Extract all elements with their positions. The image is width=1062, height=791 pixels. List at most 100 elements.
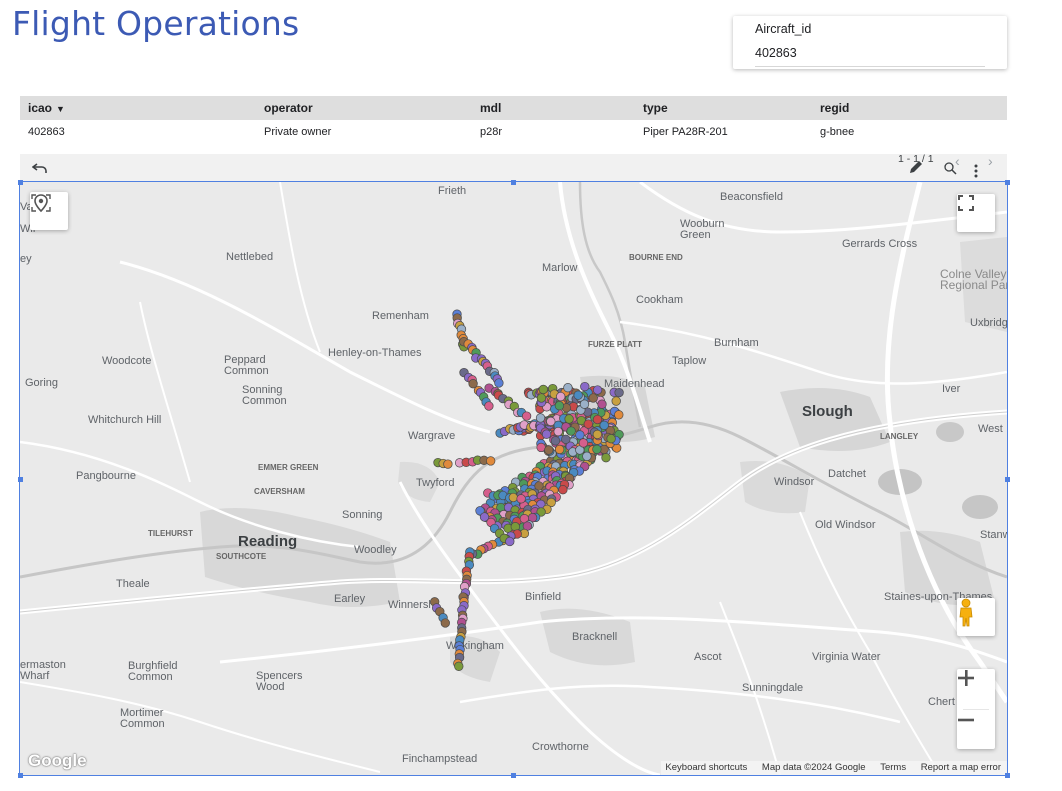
flight-point <box>606 434 616 444</box>
town-label: Earley <box>334 593 366 605</box>
flight-point <box>554 444 565 455</box>
edit-icon[interactable] <box>908 159 924 178</box>
flight-point <box>554 401 565 411</box>
chevron-right-icon[interactable]: › <box>988 154 993 169</box>
more-vert-icon[interactable] <box>974 164 978 181</box>
town-label: Uxbridge <box>970 317 1007 329</box>
town-label: SOUTHCOTE <box>216 552 267 561</box>
resize-handle[interactable] <box>18 773 23 778</box>
town-label: Common <box>128 671 173 683</box>
flight-point <box>583 419 593 429</box>
town-label: Gerrards Cross <box>842 238 918 250</box>
keyboard-shortcuts-link[interactable]: Keyboard shortcuts <box>665 762 747 773</box>
flight-point <box>508 492 518 503</box>
town-label: Crowthorne <box>532 741 589 753</box>
flight-point <box>516 494 526 504</box>
zoom-out-button[interactable] <box>957 711 995 749</box>
town-label: Frieth <box>438 185 466 197</box>
flight-point <box>536 393 547 403</box>
flight-point <box>592 429 603 440</box>
town-label: Regional Park <box>940 278 1007 292</box>
zoom-out-icon <box>958 718 974 722</box>
town-label: Binfield <box>525 591 561 603</box>
page-title: Flight Operations <box>12 4 300 43</box>
cell-icao: 402863 <box>28 126 65 138</box>
undo-icon[interactable] <box>31 162 48 177</box>
town-label: Stanw <box>980 529 1007 541</box>
town-label: FURZE PLATT <box>588 340 642 349</box>
aircraft-id-filter[interactable]: Aircraft_id <box>733 16 1007 69</box>
report-map-error-link[interactable]: Report a map error <box>921 762 1001 773</box>
flight-point <box>546 416 556 427</box>
town-label: Ascot <box>694 651 722 663</box>
column-header-regid[interactable]: regid <box>820 96 849 120</box>
map-canvas[interactable]: Frieth BeaconsfieldWooburnGreenNettlebedM… <box>20 182 1007 775</box>
resize-handle[interactable] <box>511 180 516 185</box>
resize-handle[interactable] <box>1005 773 1010 778</box>
column-header-icao[interactable]: icao ▼ <box>28 96 65 121</box>
cell-mdl: p28r <box>480 126 503 138</box>
town-label: Wargrave <box>408 430 455 442</box>
cell-type: Piper PA28R-201 <box>643 126 728 138</box>
town-label: CAVERSHAM <box>254 487 305 496</box>
town-label: Whitchurch Hill <box>88 414 161 426</box>
town-label: EMMER GREEN <box>258 463 319 472</box>
town-label: Twyford <box>416 477 455 489</box>
town-label: West <box>978 423 1003 435</box>
my-location-button[interactable] <box>30 192 68 230</box>
resize-handle[interactable] <box>1005 477 1010 482</box>
column-header-mdl[interactable]: mdl <box>480 96 501 120</box>
town-label: Pangbourne <box>76 470 136 482</box>
resize-handle[interactable] <box>18 477 23 482</box>
town-label: Winnersh <box>388 599 434 611</box>
town-label: Common <box>242 395 287 407</box>
column-header-operator[interactable]: operator <box>264 96 313 120</box>
flight-point <box>550 436 561 446</box>
flight-point <box>484 401 494 411</box>
town-label: Woodcote <box>102 355 151 367</box>
filter-underline <box>755 66 985 67</box>
flight-point <box>505 536 515 547</box>
column-header-label: icao <box>28 101 53 115</box>
flight-point <box>580 381 590 392</box>
town-label: Goring <box>25 377 58 389</box>
chevron-left-icon[interactable]: ‹ <box>955 154 960 169</box>
flight-point <box>536 442 546 453</box>
resize-handle[interactable] <box>511 773 516 778</box>
flight-point <box>564 414 574 424</box>
flight-point <box>538 384 548 395</box>
town-label: Reading <box>238 533 297 550</box>
table-row[interactable]: 402863 Private owner p28r Piper PA28R-20… <box>20 120 1007 144</box>
flight-point <box>592 444 602 454</box>
filter-label: Aircraft_id <box>755 22 812 36</box>
town-label: Marlow <box>542 262 578 274</box>
aircraft-id-input[interactable] <box>755 46 985 60</box>
terms-link[interactable]: Terms <box>880 762 906 773</box>
flight-point <box>563 383 573 393</box>
map-view[interactable]: Frieth Beaconsfield Wooburn Green Nettlebed M… <box>19 181 1008 776</box>
flight-point <box>544 445 554 455</box>
flight-point <box>541 429 552 439</box>
flight-point <box>614 387 624 398</box>
zoom-in-button[interactable] <box>957 669 995 707</box>
flight-point <box>592 414 603 425</box>
fullscreen-button[interactable] <box>957 194 995 232</box>
town-label: Windsor <box>774 476 815 488</box>
town-label: Green <box>680 229 711 241</box>
town-label: Finchampstead <box>402 753 477 765</box>
town-label: LANGLEY <box>880 432 919 441</box>
zoom-divider <box>963 709 989 710</box>
cell-regid: g-bnee <box>820 126 855 138</box>
town-label: Slough <box>802 403 853 420</box>
column-header-type[interactable]: type <box>643 96 668 120</box>
town-label: Woodley <box>354 544 397 556</box>
flight-point <box>561 434 571 444</box>
resize-handle[interactable] <box>18 180 23 185</box>
flight-point <box>454 661 464 671</box>
flight-point <box>521 411 532 421</box>
map-attribution: Keyboard shortcuts Map data ©2024 Google… <box>661 761 1007 775</box>
resize-handle[interactable] <box>1005 180 1010 185</box>
street-view-pegman[interactable] <box>957 598 995 636</box>
flight-point <box>573 390 583 400</box>
town-label: Bracknell <box>572 631 617 643</box>
